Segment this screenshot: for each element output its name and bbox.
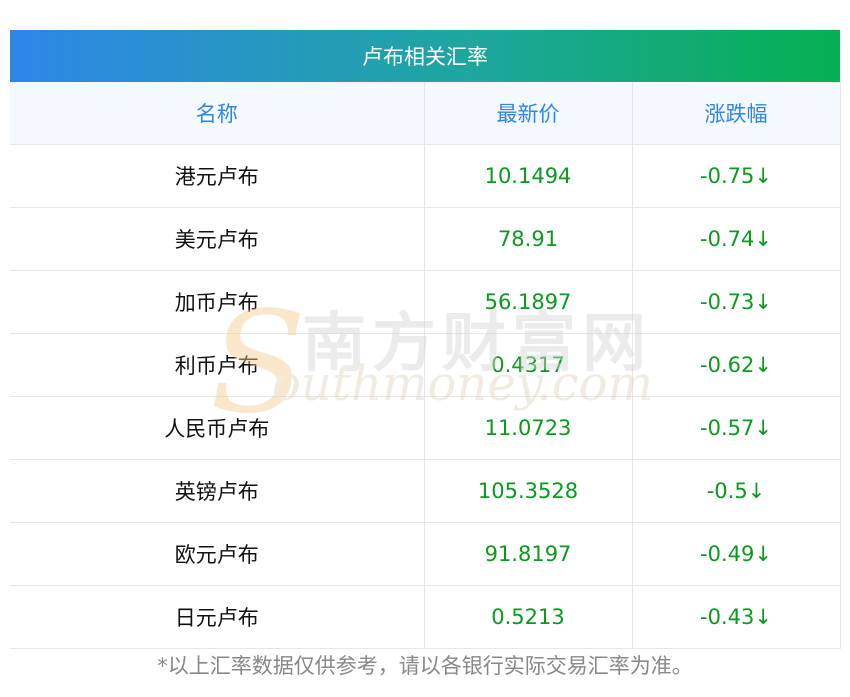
currency-name: 加币卢布 (10, 270, 424, 334)
currency-name: 英镑卢布 (10, 459, 424, 523)
rate-card: 卢布相关汇率 名称 最新价 涨跌幅 港元卢布 10.1494 -0.75↓ 美元… (10, 30, 841, 649)
table-row: 美元卢布 78.91 -0.74↓ (10, 207, 841, 271)
change-percent: -0.43↓ (631, 585, 841, 649)
latest-price: 11.0723 (423, 396, 632, 460)
disclaimer-note: *以上汇率数据仅供参考，请以各银行实际交易汇率为准。 (157, 654, 693, 678)
table-row: 日元卢布 0.5213 -0.43↓ (10, 585, 841, 649)
table-row: 加币卢布 56.1897 -0.73↓ (10, 270, 841, 334)
table-row: 人民币卢布 11.0723 -0.57↓ (10, 396, 841, 460)
latest-price: 56.1897 (423, 270, 632, 334)
currency-name: 人民币卢布 (10, 396, 424, 460)
change-percent: -0.62↓ (631, 333, 841, 397)
change-percent: -0.75↓ (631, 144, 841, 208)
column-header-name: 名称 (10, 82, 424, 145)
latest-price: 0.4317 (423, 333, 632, 397)
currency-name: 欧元卢布 (10, 522, 424, 586)
header-row: 名称 最新价 涨跌幅 (10, 82, 841, 145)
table-row: 利币卢布 0.4317 -0.62↓ (10, 333, 841, 397)
currency-name: 美元卢布 (10, 207, 424, 271)
change-percent: -0.73↓ (631, 270, 841, 334)
latest-price: 0.5213 (423, 585, 632, 649)
latest-price: 10.1494 (423, 144, 632, 208)
change-percent: -0.74↓ (631, 207, 841, 271)
table-row: 欧元卢布 91.8197 -0.49↓ (10, 522, 841, 586)
latest-price: 105.3528 (423, 459, 632, 523)
table-row: 英镑卢布 105.3528 -0.5↓ (10, 459, 841, 523)
change-percent: -0.57↓ (631, 396, 841, 460)
currency-name: 利币卢布 (10, 333, 424, 397)
change-percent: -0.5↓ (631, 459, 841, 523)
currency-name: 日元卢布 (10, 585, 424, 649)
latest-price: 91.8197 (423, 522, 632, 586)
currency-name: 港元卢布 (10, 144, 424, 208)
table-row: 港元卢布 10.1494 -0.75↓ (10, 144, 841, 208)
table-title: 卢布相关汇率 (10, 30, 840, 82)
latest-price: 78.91 (423, 207, 632, 271)
rate-table: 名称 最新价 涨跌幅 港元卢布 10.1494 -0.75↓ 美元卢布 78.9… (10, 82, 841, 649)
column-header-price: 最新价 (423, 82, 632, 145)
change-percent: -0.49↓ (631, 522, 841, 586)
column-header-change: 涨跌幅 (631, 82, 841, 145)
